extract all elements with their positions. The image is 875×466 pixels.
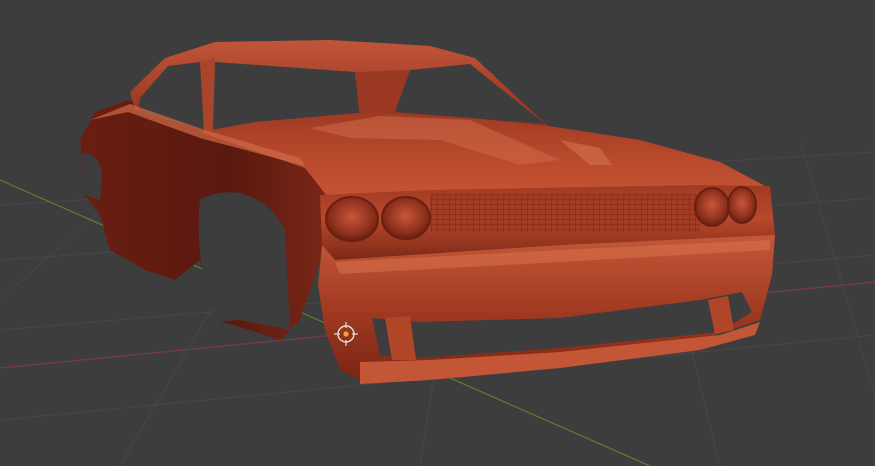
front-grille <box>430 194 700 232</box>
3d-viewport[interactable] <box>0 0 875 466</box>
viewport-canvas[interactable] <box>0 0 875 466</box>
car-body-mesh[interactable] <box>80 40 775 384</box>
